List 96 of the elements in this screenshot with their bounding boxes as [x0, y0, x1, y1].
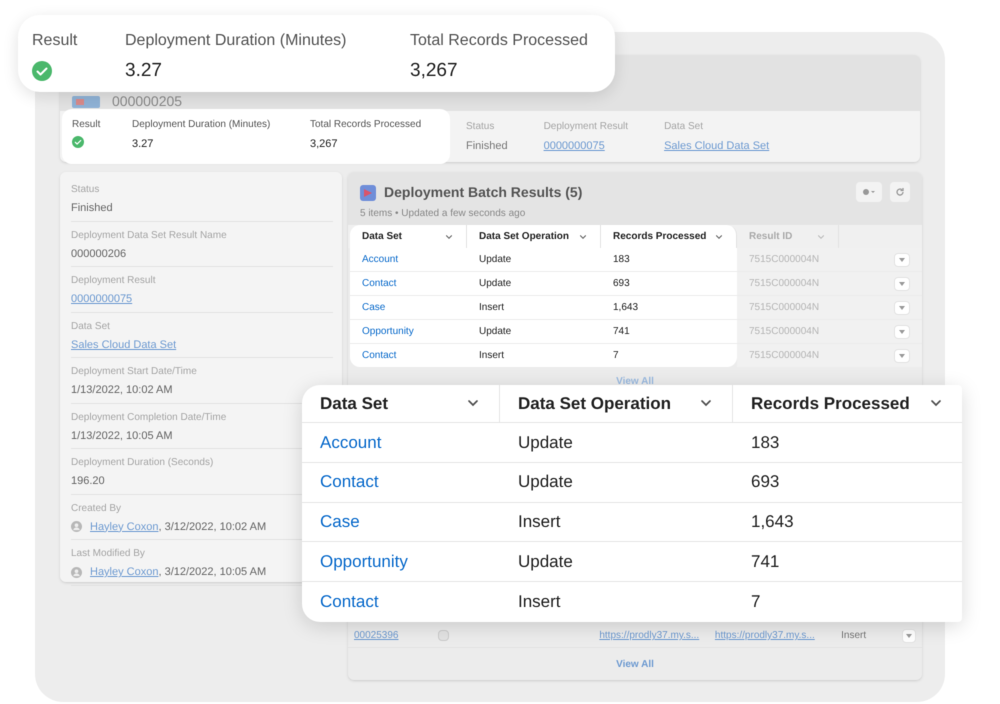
row-menu-button[interactable] [902, 628, 916, 642]
checkbox[interactable] [438, 630, 449, 641]
table-cell-text: Update [517, 550, 574, 573]
field-label: Created By [71, 502, 122, 516]
table-cell-text: 7515C000004N [748, 349, 820, 363]
table-cell-text: Update [478, 277, 512, 291]
column-header[interactable]: Data Set [302, 385, 500, 422]
field-label: Deployment Result [71, 274, 156, 288]
settings-icon [862, 188, 876, 196]
field-label: Total Records Processed [310, 118, 422, 132]
field-label: Total Records Processed [410, 31, 589, 51]
table-cell-text: Insert [841, 629, 868, 643]
table-cell-text: 693 [612, 277, 631, 291]
column-header[interactable]: Data Set [350, 225, 467, 248]
table-cell-text: 183 [612, 253, 631, 267]
table-cell-text: 741 [750, 550, 780, 573]
field-label: Result [32, 31, 78, 51]
field-label: Status [71, 183, 100, 197]
column-header[interactable]: Data Set Operation [467, 225, 601, 248]
caret-icon [899, 258, 905, 262]
list-subtitle: 5 items • Updated a few seconds ago [360, 207, 526, 221]
table-link[interactable]: Contact [302, 469, 500, 495]
user-avatar-icon [71, 521, 82, 532]
field-label: Deployment Completion Date/Time [71, 410, 228, 424]
table-cell-text: Update [478, 325, 512, 339]
row-menu-button[interactable] [894, 324, 910, 338]
field-label: Deployment Start Date/Time [71, 365, 198, 379]
field-value: Finished [71, 201, 114, 216]
table-cell-text: 741 [612, 325, 631, 339]
table-link[interactable]: Contact [350, 348, 467, 363]
table-link[interactable]: Opportunity [350, 324, 467, 339]
user-avatar-icon [71, 566, 82, 578]
caret-icon [899, 306, 905, 310]
field-label: Deployment Duration (Minutes) [125, 31, 348, 51]
refresh-icon [895, 187, 905, 197]
caret-icon [906, 634, 912, 638]
record-title: 000000205 [112, 94, 182, 108]
success-icon [32, 61, 52, 81]
success-icon [72, 136, 84, 148]
row-menu-button[interactable] [894, 348, 910, 362]
table-cell-text: Insert [478, 301, 506, 315]
field-value: 3.27 [132, 136, 154, 152]
column-header[interactable]: Records Processed [733, 385, 962, 422]
settings-button[interactable] [856, 182, 882, 202]
table-cell-text: Insert [517, 591, 562, 614]
table-cell-text: Update [478, 253, 512, 267]
table-cell-text: Insert [517, 511, 562, 534]
field-label: Deployment Duration (Minutes) [132, 118, 272, 132]
field-value: Finished [466, 138, 508, 154]
table-link[interactable]: Case [350, 300, 467, 315]
column-header[interactable]: Records Processed [601, 225, 737, 248]
list-icon [360, 184, 376, 200]
field-label: Deployment Data Set Result Name [71, 228, 228, 242]
refresh-button[interactable] [890, 182, 910, 202]
list-title: Deployment Batch Results (5) [384, 183, 582, 202]
table-cell-text: 1,643 [750, 511, 795, 534]
field-label: Last Modified By [71, 547, 146, 561]
table-link[interactable]: Contact [350, 276, 467, 291]
table-cell-text: Insert [478, 349, 506, 363]
field-label: Data Set [71, 320, 111, 334]
row-menu-button[interactable] [894, 300, 910, 314]
field-label: Data Set [664, 120, 704, 134]
row-menu-button[interactable] [894, 252, 910, 266]
field-value: 1/13/2022, 10:02 AM [71, 383, 174, 398]
table-cell-text: 7515C000004N [748, 253, 820, 267]
table-link[interactable]: Case [302, 509, 500, 535]
user-entry: Hayley Coxon, 3/12/2022, 10:05 AM [90, 565, 266, 580]
field-label: Result [72, 118, 102, 132]
table-link[interactable]: Contact [302, 589, 500, 615]
table-cell-text: 7515C000004N [748, 301, 820, 315]
field-value: 3,267 [410, 59, 459, 83]
field-value: 3.27 [125, 59, 163, 83]
field-value: 000000206 [71, 246, 128, 262]
table-link[interactable]: Account [302, 430, 500, 455]
table-cell-text: 7515C000004N [748, 325, 820, 339]
table-cell-text: 7 [750, 591, 762, 614]
caret-icon [899, 354, 905, 358]
user-entry: Hayley Coxon, 3/12/2022, 10:02 AM [90, 520, 266, 534]
field-label: Deployment Result [544, 120, 628, 134]
record-icon [72, 96, 100, 108]
field-label: Deployment Duration (Seconds) [71, 456, 214, 470]
caret-icon [899, 330, 905, 334]
table-cell-text: Update [517, 471, 574, 494]
row-menu-button[interactable] [894, 276, 910, 290]
table-cell-text: 1,643 [612, 301, 640, 315]
table-cell-text: 7 [612, 349, 620, 363]
caret-icon [899, 282, 905, 286]
table-cell-text: 693 [750, 471, 780, 494]
table-link[interactable]: Account [350, 252, 467, 267]
table-cell-text: 7515C000004N [748, 277, 820, 291]
column-header[interactable]: Data Set Operation [500, 385, 733, 422]
field-value: 3,267 [310, 136, 339, 152]
field-label: Status [466, 120, 496, 134]
table-cell-text: 183 [750, 432, 780, 454]
table-link[interactable]: Opportunity [302, 548, 500, 574]
table-cell-text: Update [517, 432, 574, 454]
